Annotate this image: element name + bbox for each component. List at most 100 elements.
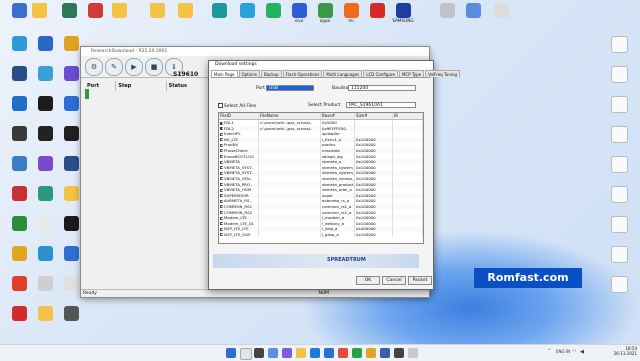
desktop-icon[interactable]: [482, 3, 520, 18]
desktop-icon[interactable]: [166, 3, 204, 18]
row-checkbox[interactable]: [220, 138, 223, 142]
row-checkbox[interactable]: [220, 233, 223, 237]
settings-button[interactable]: ✎: [105, 58, 123, 76]
row-checkbox[interactable]: [220, 205, 223, 209]
tab-backup[interactable]: Backup: [260, 70, 282, 77]
cancel-button[interactable]: Cancel: [382, 276, 406, 285]
row-checkbox[interactable]: [220, 183, 223, 187]
desktop-icon[interactable]: [600, 186, 638, 203]
stop-button[interactable]: ■: [145, 58, 163, 76]
app-icon: [11, 156, 27, 171]
tab-options[interactable]: Options: [238, 70, 260, 77]
table-row[interactable]: DSP_LTE_GGE l_gdsp_a 0x100000: [219, 231, 423, 238]
app-icon: [610, 186, 628, 203]
row-checkbox[interactable]: [220, 132, 223, 136]
app-icon: [11, 36, 27, 51]
app-taskbar-icon[interactable]: [394, 348, 404, 358]
desktop-icon[interactable]: [600, 126, 638, 143]
ok-button[interactable]: OK: [356, 276, 380, 285]
search-icon[interactable]: [240, 348, 252, 360]
app-icon: [63, 186, 79, 201]
app-icon: [37, 186, 53, 201]
row-checkbox[interactable]: [220, 222, 223, 226]
chat-icon[interactable]: [282, 348, 292, 358]
app-icon: [211, 3, 227, 18]
wifi-icon[interactable]: ◠: [572, 349, 576, 355]
volume-icon[interactable]: ◀: [580, 349, 584, 355]
app-icon: [465, 3, 481, 18]
th-bl: Bl: [393, 113, 423, 119]
tab-mcp-type[interactable]: MCP Type: [399, 70, 425, 77]
edge-icon[interactable]: [310, 348, 320, 358]
desktop-icon[interactable]: SAMSUNG: [384, 3, 422, 23]
app-taskbar-icon[interactable]: [352, 348, 362, 358]
row-checkbox[interactable]: [220, 177, 223, 181]
dialog-title: Download settings: [209, 61, 433, 69]
chrome-icon[interactable]: [366, 348, 376, 358]
spreadtrum-banner: [213, 254, 419, 268]
row-checkbox[interactable]: [220, 127, 223, 131]
tab-lcd-configure[interactable]: LCD Configure: [363, 70, 399, 77]
app-icon: [63, 306, 79, 321]
file-explorer-icon[interactable]: [296, 348, 306, 358]
tab-flash-operations[interactable]: Flash Operations: [282, 70, 323, 77]
desktop-icon[interactable]: [52, 306, 90, 321]
packet-button[interactable]: Packet: [408, 276, 432, 285]
file-table[interactable]: FileID FileName Base# Size# Bl FDL1 c:\us…: [218, 112, 424, 244]
product-select[interactable]: PAC_S19610A1: [346, 102, 416, 108]
row-checkbox[interactable]: [220, 149, 223, 153]
tab-volfreq-tuning[interactable]: VolFreq Tuning: [425, 70, 461, 77]
row-checkbox[interactable]: [220, 194, 223, 198]
load-packet-button[interactable]: ⚙: [85, 58, 103, 76]
widgets-icon[interactable]: [268, 348, 278, 358]
app-taskbar-icon[interactable]: [338, 348, 348, 358]
row-checkbox[interactable]: [220, 143, 223, 147]
folder-icon: [177, 3, 193, 18]
row-checkbox[interactable]: [220, 121, 223, 125]
store-icon[interactable]: [324, 348, 334, 358]
desktop-icon[interactable]: [600, 216, 638, 233]
row-checkbox[interactable]: [220, 216, 223, 220]
row-checkbox[interactable]: [220, 199, 223, 203]
tab-main-page[interactable]: Main Page: [211, 70, 238, 77]
select-product-label: Select Product: [308, 103, 341, 108]
desktop-icon[interactable]: [100, 3, 138, 18]
desktop-icon[interactable]: [600, 276, 638, 293]
row-checkbox[interactable]: [220, 166, 223, 170]
row-checkbox[interactable]: [220, 171, 223, 175]
desktop-icon[interactable]: [600, 66, 638, 83]
select-all-files[interactable]: Select All Files: [218, 103, 256, 109]
row-checkbox[interactable]: [220, 227, 223, 231]
taskview-icon[interactable]: [254, 348, 264, 358]
samsung-icon: [395, 3, 411, 18]
start-icon[interactable]: [226, 348, 236, 358]
taskbar: ˄ ENG IN ◠ ◀ 18:54 26-11-2021: [0, 344, 640, 361]
app-taskbar-icon[interactable]: [380, 348, 390, 358]
row-checkbox[interactable]: [220, 211, 223, 214]
desktop-icon[interactable]: [600, 156, 638, 173]
app-icon: [63, 246, 79, 261]
start-button[interactable]: ▶: [125, 58, 143, 76]
app-icon: [37, 306, 53, 321]
row-checkbox[interactable]: [220, 155, 223, 159]
desktop-icon[interactable]: [600, 96, 638, 113]
app-icon: [37, 96, 53, 111]
port-select[interactable]: USB: [266, 85, 314, 91]
chevron-up-icon[interactable]: ˄: [548, 349, 551, 355]
tab-multi-languages[interactable]: Multi Languages: [323, 70, 363, 77]
app-taskbar-icon[interactable]: [408, 348, 418, 358]
baudrate-select[interactable]: 115200: [348, 85, 416, 91]
lang-indicator[interactable]: ENG IN: [556, 349, 570, 354]
row-checkbox[interactable]: [220, 188, 223, 192]
app-icon: [63, 126, 79, 141]
desktop-icon[interactable]: [600, 36, 638, 53]
desktop-icon[interactable]: [600, 246, 638, 263]
huawei-icon: [369, 3, 385, 18]
app-icon: [11, 216, 27, 231]
select-all-checkbox[interactable]: [218, 103, 223, 108]
app-icon: [610, 216, 628, 233]
status-bar: Ready NUM: [81, 289, 429, 297]
app-icon: [63, 36, 79, 51]
clock[interactable]: 18:54 26-11-2021: [614, 346, 637, 356]
row-checkbox[interactable]: [220, 160, 223, 164]
